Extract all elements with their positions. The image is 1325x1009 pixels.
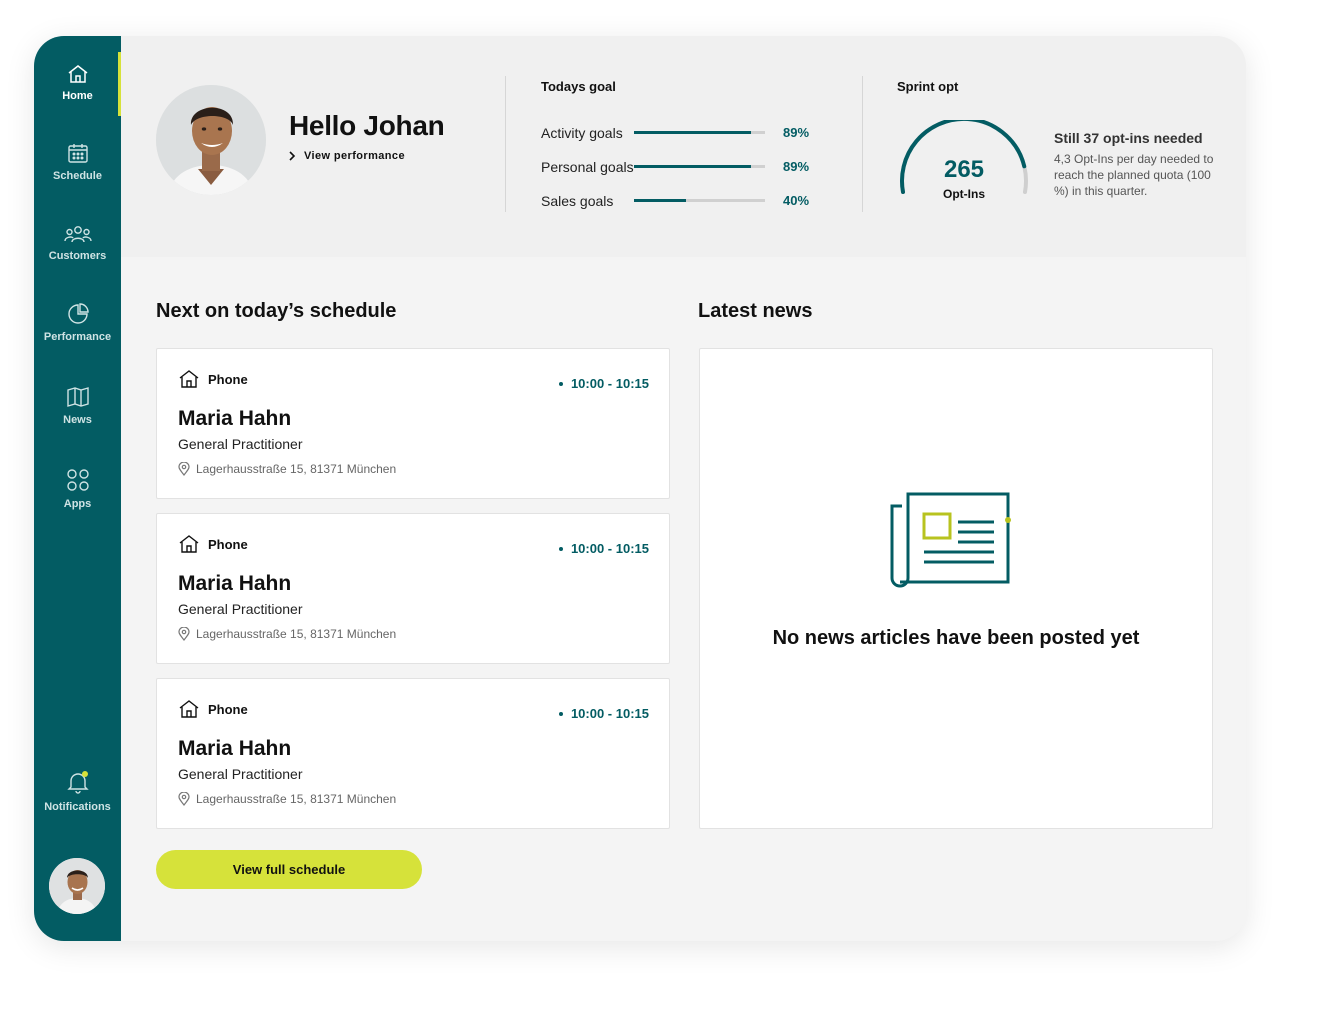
goal-row-personal: Personal goals 89% [541,157,841,177]
appointment-time-label: 10:00 - 10:15 [570,706,649,721]
chevron-right-icon [289,151,296,161]
goal-row-activity: Activity goals 89% [541,123,841,143]
sidebar-item-label: Customers [48,250,107,262]
apps-grid-icon [66,469,89,491]
sprint-description: 4,3 Opt-Ins per day needed to reach the … [1054,152,1214,198]
time-dot [558,381,563,386]
goal-label: Activity goals [541,125,623,141]
contact-name: Maria Hahn [178,407,292,430]
book-icon [66,387,89,407]
appointment-time-label: 10:00 - 10:15 [570,376,649,391]
goal-row-sales: Sales goals 40% [541,191,841,211]
contact-address-label: Lagerhausstraße 15, 81371 München [196,462,397,476]
sidebar-item-label: Apps [63,498,92,510]
schedule-card[interactable]: Phone 10:00 - 10:15 Maria Hahn General P… [156,678,670,829]
appointment-time: 10:00 - 10:15 [558,376,649,391]
contact-address-label: Lagerhausstraße 15, 81371 München [196,792,397,806]
goal-progress-fill [634,199,687,202]
contact-address: Lagerhausstraße 15, 81371 München [178,627,396,641]
sidebar-item-notifications[interactable]: Notifications [34,769,121,813]
contact-address: Lagerhausstraße 15, 81371 München [178,462,396,476]
notification-dot [81,771,88,777]
contact-name: Maria Hahn [178,572,292,595]
sprint-value: 265 [943,156,985,183]
location-pin-icon [178,627,190,641]
divider [862,76,863,212]
appointment-type: Phone [178,369,248,389]
sidebar-item-label: Performance [43,331,112,343]
sidebar-item-customers[interactable]: Customers [34,224,121,262]
appointment-time: 10:00 - 10:15 [558,706,649,721]
view-performance-label: View performance [304,150,405,162]
divider [505,76,506,212]
goal-percent: 40% [783,193,810,208]
goal-percent: 89% [783,159,810,174]
contact-name: Maria Hahn [178,737,292,760]
contact-role: General Practitioner [178,766,303,782]
sidebar: Home Schedule Customers Performance News… [34,36,121,941]
users-icon [63,226,92,243]
bell-icon [66,771,89,794]
profile-avatar [156,85,266,195]
contact-role: General Practitioner [178,436,303,452]
time-dot [558,546,563,551]
newspaper-icon [890,492,1011,588]
app-window: Home Schedule Customers Performance News… [34,36,1246,941]
sidebar-item-label: Schedule [53,170,102,182]
calendar-icon [67,144,88,163]
sidebar-item-label: Home [62,90,93,102]
contact-address-label: Lagerhausstraße 15, 81371 München [196,627,397,641]
pie-chart-icon [67,303,89,324]
goal-progress-track [634,131,765,134]
time-dot [558,711,563,716]
view-performance-link[interactable]: View performance [289,150,405,162]
schedule-card[interactable]: Phone 10:00 - 10:15 Maria Hahn General P… [156,348,670,499]
sidebar-item-home[interactable]: Home [34,64,121,102]
appointment-type-label: Phone [208,371,248,387]
sidebar-item-apps[interactable]: Apps [34,468,121,510]
goal-percent: 89% [783,125,810,140]
goal-progress-track [634,199,765,202]
location-pin-icon [178,462,190,476]
appointment-time-label: 10:00 - 10:15 [570,541,649,556]
appointment-type-label: Phone [208,701,248,717]
news-title: Latest news [698,300,813,322]
home-icon [179,370,199,388]
schedule-card[interactable]: Phone 10:00 - 10:15 Maria Hahn General P… [156,513,670,664]
home-icon [68,65,87,83]
user-avatar[interactable] [49,858,105,914]
sidebar-item-schedule[interactable]: Schedule [34,142,121,182]
sidebar-item-label: Notifications [44,801,111,813]
sprint-opt-title: Sprint opt [897,79,959,94]
sidebar-item-news[interactable]: News [34,386,121,426]
sidebar-item-performance[interactable]: Performance [34,303,121,343]
goal-progress-track [634,165,765,168]
sprint-headline: Still 37 opt-ins needed [1054,130,1203,146]
home-icon [179,700,199,718]
greeting-title: Hello Johan [289,110,445,141]
appointment-type: Phone [178,534,248,554]
contact-address: Lagerhausstraße 15, 81371 München [178,792,396,806]
goal-progress-fill [634,165,751,168]
view-full-schedule-button[interactable]: View full schedule [156,850,422,889]
appointment-type-label: Phone [208,536,248,552]
sidebar-item-label: News [63,414,92,426]
appointment-type: Phone [178,699,248,719]
location-pin-icon [178,792,190,806]
appointment-time: 10:00 - 10:15 [558,541,649,556]
schedule-title: Next on today’s schedule [156,300,397,322]
news-panel: No news articles have been posted yet [699,348,1213,829]
goal-label: Personal goals [541,159,634,175]
header: Hello Johan View performance Todays goal… [121,36,1246,257]
sprint-unit: Opt-Ins [943,187,985,201]
home-icon [179,535,199,553]
goal-label: Sales goals [541,193,614,209]
contact-role: General Practitioner [178,601,303,617]
news-empty-message: No news articles have been posted yet [772,627,1140,649]
goal-progress-fill [634,131,751,134]
todays-goal-title: Todays goal [541,79,616,94]
